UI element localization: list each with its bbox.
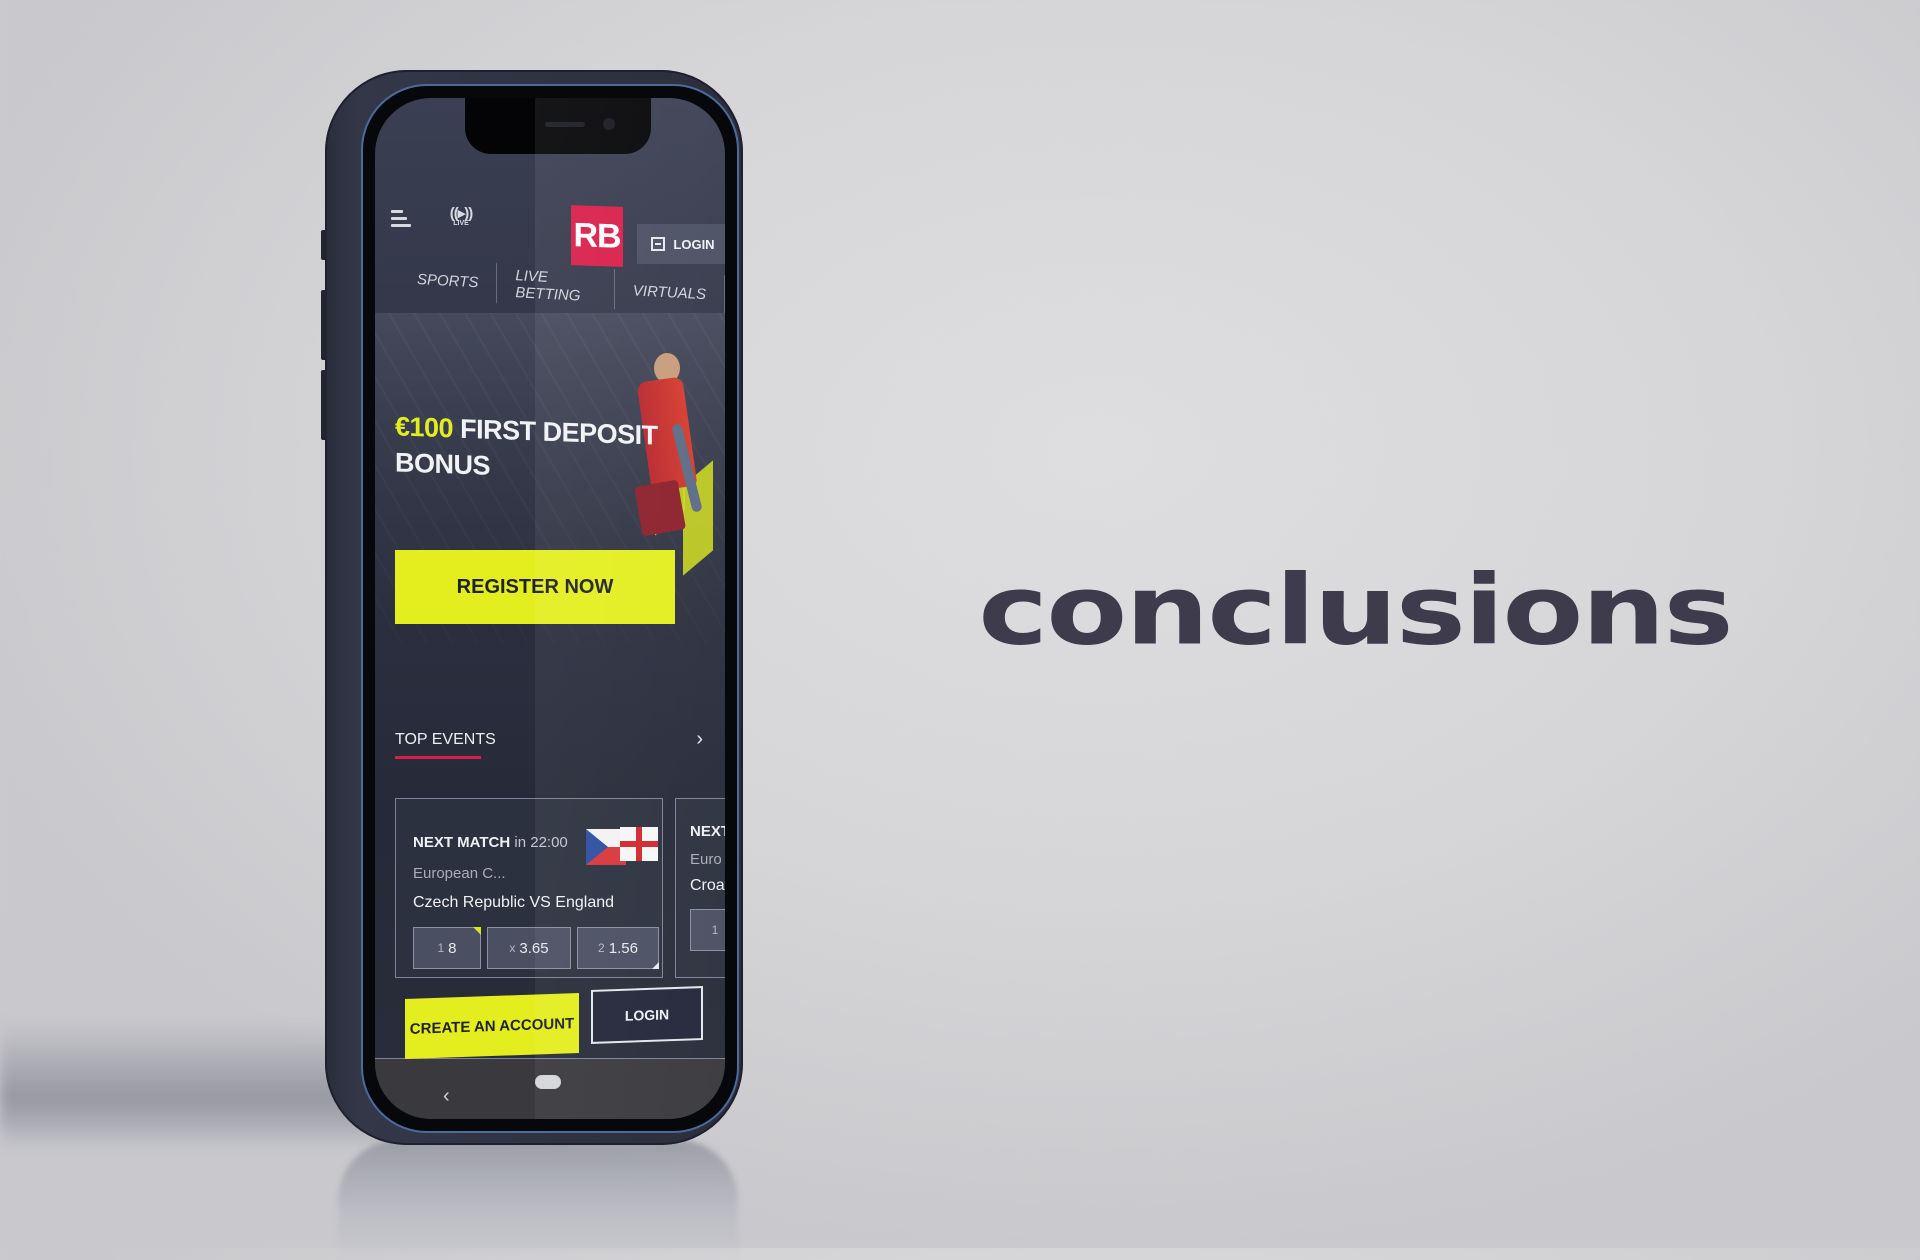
event-card[interactable]: NEXT Euro Croat 1 xyxy=(675,798,725,978)
event-teams: Czech Republic VS England xyxy=(413,894,615,911)
odd-button-draw[interactable]: x 3.65 xyxy=(487,927,571,969)
page-title: conclusions xyxy=(978,553,1733,667)
event-card-heading: NEXT MATCH in 22:00 xyxy=(413,834,568,851)
event-card-label: NEXT MATCH xyxy=(413,834,511,851)
event-card[interactable]: NEXT MATCH in 22:00 European C... Czech … xyxy=(395,798,663,978)
register-now-button[interactable]: REGISTER NOW xyxy=(395,550,675,624)
hamburger-menu-icon[interactable] xyxy=(391,210,411,228)
event-competition: European C... xyxy=(413,865,506,882)
odds-row: 1 8 x 3.65 2 1.56 xyxy=(413,927,659,969)
phone-reflection xyxy=(338,1140,738,1260)
chevron-right-icon[interactable]: › xyxy=(696,728,703,751)
tab-live-betting[interactable]: LIVE BETTING xyxy=(497,263,615,310)
phone-notch xyxy=(465,98,651,154)
phone-side-button xyxy=(321,230,327,260)
phone-bezel: ((▸)) LIVE RB LOGIN SPORTS LIVE BETTING … xyxy=(361,84,739,1133)
odd-key: x xyxy=(509,941,516,955)
phone-volume-down-button xyxy=(321,370,327,440)
smartphone-mockup: ((▸)) LIVE RB LOGIN SPORTS LIVE BETTING … xyxy=(321,70,743,1145)
odd-key: 1 xyxy=(437,941,445,955)
promo-headline: €100 FIRST DEPOSIT BONUS xyxy=(395,408,658,489)
tab-sports[interactable]: SPORTS xyxy=(375,256,498,304)
app-header: ((▸)) LIVE RB LOGIN xyxy=(375,188,725,267)
login-button[interactable]: LOGIN xyxy=(591,986,703,1044)
promo-headline-line2: BONUS xyxy=(395,447,491,481)
promo-amount: €100 xyxy=(395,411,454,444)
live-broadcast-icon[interactable]: ((▸)) LIVE xyxy=(445,204,477,227)
create-account-button[interactable]: CREATE AN ACCOUNT xyxy=(405,992,579,1060)
odd-value: 1.56 xyxy=(608,939,638,957)
event-card-time: in 22:00 xyxy=(514,834,568,851)
event-card-label: NEXT xyxy=(690,823,725,840)
odd-button-home[interactable]: 1 xyxy=(690,909,725,951)
odd-value: 3.65 xyxy=(519,939,549,957)
login-key-icon xyxy=(651,237,666,251)
odd-button-away[interactable]: 2 1.56 xyxy=(577,927,659,969)
event-flags xyxy=(586,827,658,865)
england-flag-icon xyxy=(620,827,658,861)
promo-banner: €100 FIRST DEPOSIT BONUS REGISTER NOW xyxy=(375,313,725,643)
top-events-underline xyxy=(395,756,481,759)
system-navigation-bar: ‹ xyxy=(375,1059,725,1119)
brand-logo[interactable]: RB xyxy=(571,205,623,267)
odd-key: 2 xyxy=(598,941,605,955)
tab-virtuals[interactable]: VIRTUALS xyxy=(614,269,725,316)
front-camera xyxy=(603,118,615,130)
phone-screen: ((▸)) LIVE RB LOGIN SPORTS LIVE BETTING … xyxy=(375,98,725,1119)
phone-volume-up-button xyxy=(321,290,327,360)
top-events-title: TOP EVENTS xyxy=(395,731,496,748)
header-login-label: LOGIN xyxy=(673,236,715,252)
home-pill-icon[interactable] xyxy=(535,1075,561,1089)
bottom-action-bar: CREATE AN ACCOUNT LOGIN xyxy=(375,986,725,1060)
odd-value: 8 xyxy=(448,939,457,957)
promo-headline-rest: FIRST DEPOSIT xyxy=(460,413,658,451)
header-login-button[interactable]: LOGIN xyxy=(637,224,725,264)
event-teams: Croat xyxy=(690,877,725,894)
event-card-heading: NEXT xyxy=(690,823,725,840)
earpiece-speaker xyxy=(545,122,585,127)
odd-button-home[interactable]: 1 8 xyxy=(413,927,481,969)
odd-key: 1 xyxy=(711,923,719,937)
back-chevron-icon[interactable]: ‹ xyxy=(443,1085,450,1108)
event-competition: Euro xyxy=(690,851,722,868)
